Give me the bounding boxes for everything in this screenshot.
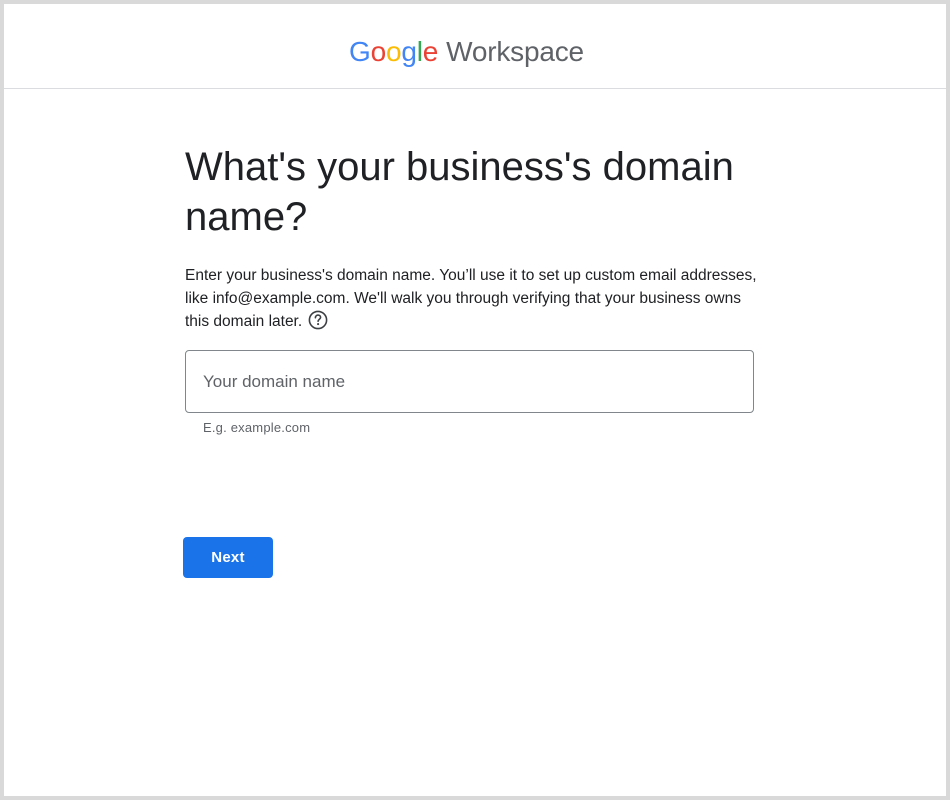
logo-letter: o [385, 36, 402, 67]
logo-letter: G [349, 36, 371, 67]
help-circle-icon[interactable] [308, 310, 328, 330]
page-frame: Google Workspace What's your business's d… [0, 0, 950, 800]
domain-hint: E.g. example.com [203, 420, 311, 435]
domain-name-input[interactable] [203, 351, 733, 412]
logo-letter: e [422, 36, 439, 67]
description-text: Enter your business's domain name. You’l… [185, 267, 757, 330]
page-description: Enter your business's domain name. You’l… [185, 264, 760, 333]
page-title: What's your business's domain name? [185, 145, 734, 239]
next-button[interactable]: Next [183, 537, 273, 578]
header: Google Workspace [4, 4, 946, 89]
logo-product-name: Workspace [446, 36, 584, 67]
logo-letter: o [370, 36, 387, 67]
domain-name-field [185, 350, 754, 413]
google-workspace-logo: Google Workspace [349, 34, 584, 70]
logo-letter: g [401, 36, 417, 67]
